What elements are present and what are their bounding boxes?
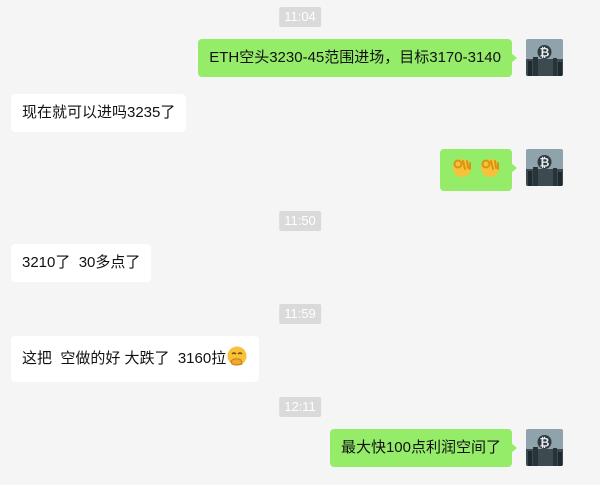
avatar[interactable]: ₿ <box>526 149 563 186</box>
avatar[interactable]: ₿ <box>526 39 563 76</box>
message-bubble-outgoing[interactable]: 最大快100点利润空间了 <box>329 429 518 467</box>
message-bubble-incoming[interactable]: 这把 空做的好 大跌了 3160拉 <box>11 336 260 382</box>
timestamp: 11:04 <box>279 7 321 27</box>
timestamp: 11:59 <box>279 304 321 324</box>
message-bubble-outgoing[interactable] <box>439 149 518 191</box>
svg-text:₿: ₿ <box>540 46 550 60</box>
message-text: 这把 空做的好 大跌了 3160拉 <box>22 349 227 367</box>
message-text: ETH空头3230-45范围进场，目标3170-3140 <box>209 49 501 66</box>
message-text: 最大快100点利润空间了 <box>340 439 501 456</box>
hand-over-mouth-emoji-icon <box>226 345 248 373</box>
timestamp: 11:50 <box>279 211 321 231</box>
svg-text:₿: ₿ <box>540 436 550 450</box>
message-text: 3210了 30多点了 <box>22 254 141 271</box>
bitcoin-city-avatar-icon: ₿ <box>526 429 563 466</box>
message-bubble-incoming[interactable]: 3210了 30多点了 <box>11 244 152 282</box>
ok-hand-emoji-icon <box>478 155 502 185</box>
ok-hand-emoji-icon <box>450 155 474 185</box>
timestamp: 12:11 <box>279 397 321 417</box>
message-bubble-incoming[interactable]: 现在就可以进吗3235了 <box>11 94 187 132</box>
bitcoin-city-avatar-icon: ₿ <box>526 149 563 186</box>
message-text: 现在就可以进吗3235了 <box>22 104 176 121</box>
avatar[interactable]: ₿ <box>526 429 563 466</box>
svg-text:₿: ₿ <box>540 156 550 170</box>
message-bubble-outgoing[interactable]: ETH空头3230-45范围进场，目标3170-3140 <box>198 39 517 77</box>
bitcoin-city-avatar-icon: ₿ <box>526 39 563 76</box>
chat-window: 11:04 ETH空头3230-45范围进场，目标3170-3140 ₿ 现在就… <box>0 0 600 485</box>
